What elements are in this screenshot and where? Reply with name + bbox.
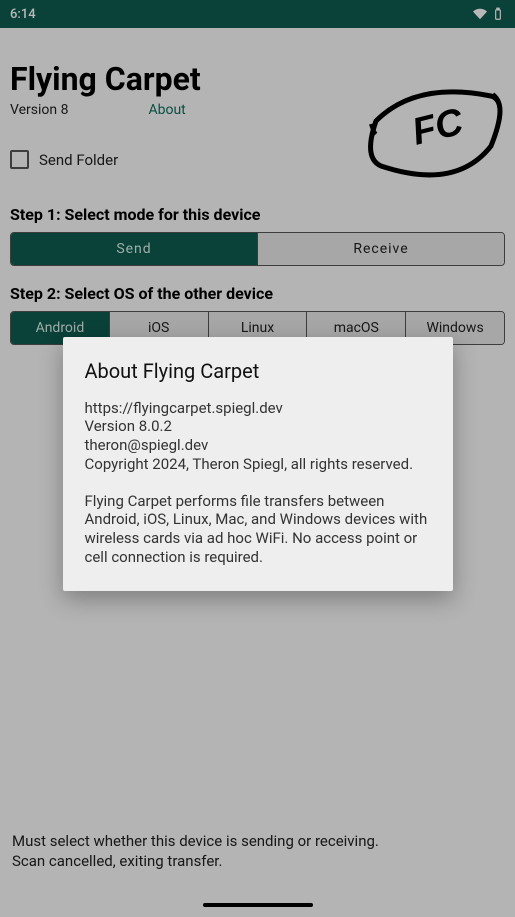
dialog-version: Version 8.0.2 <box>85 417 431 436</box>
dialog-copyright: Copyright 2024, Theron Spiegl, all right… <box>85 455 431 474</box>
modal-overlay[interactable]: About Flying Carpet https://flyingcarpet… <box>0 0 515 917</box>
dialog-url: https://flyingcarpet.spiegl.dev <box>85 399 431 418</box>
about-dialog: About Flying Carpet https://flyingcarpet… <box>63 337 453 591</box>
dialog-email: theron@spiegl.dev <box>85 436 431 455</box>
dialog-title: About Flying Carpet <box>85 359 431 383</box>
dialog-description: Flying Carpet performs file transfers be… <box>85 492 431 567</box>
dialog-body: https://flyingcarpet.spiegl.dev Version … <box>85 399 431 567</box>
